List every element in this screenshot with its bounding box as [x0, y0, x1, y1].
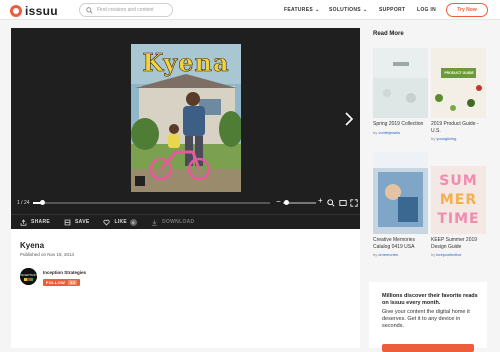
follower-count: 33 [68, 280, 78, 285]
card-thumbnail[interactable] [373, 152, 428, 234]
search-icon [86, 6, 93, 14]
keep-summer-cover-text: SUM MER TIME [437, 173, 480, 227]
zoom-slider[interactable] [283, 200, 316, 205]
like-count-badge: 0 [130, 218, 138, 226]
product-guide-cover-text: PRODUCT GUIDE [444, 71, 474, 75]
card-title[interactable]: KEEP Summer 2019 Design Guide [431, 237, 486, 250]
nav-solutions[interactable]: SOLUTIONS ⌄ [329, 7, 367, 13]
card-title[interactable]: Creative Memories Catalog 0419 USA [373, 237, 428, 250]
chevron-down-icon: ⌄ [362, 7, 368, 13]
download-icon [152, 219, 158, 226]
cover-image[interactable]: Kyena [131, 44, 241, 192]
like-button[interactable]: LIKE 0 [103, 218, 138, 226]
nav-solutions-label: SOLUTIONS [329, 7, 361, 13]
card-title[interactable]: Spring 2019 Collection [373, 121, 428, 128]
card-title[interactable]: 2019 Product Guide - U.S. [431, 121, 486, 134]
document-title: Kyena [20, 241, 45, 250]
card-thumbnail[interactable] [373, 48, 428, 118]
share-label: SHARE [31, 219, 51, 225]
nav-features[interactable]: FEATURES ⌄ [284, 7, 319, 13]
download-button[interactable]: DOWNLOAD [151, 219, 194, 226]
published-date: Published on Nov 18, 2014 [20, 252, 75, 257]
card-author-link[interactable]: youngliving [436, 136, 456, 141]
promo-headline: Millions discover their favorite reads o… [382, 293, 478, 306]
issuu-logo[interactable]: issuu [10, 4, 58, 18]
cover-title: Kyena [142, 48, 230, 78]
issuu-logo-icon [10, 5, 22, 17]
card-author: by keepcollective [431, 252, 486, 257]
save-button[interactable]: SAVE [64, 219, 89, 226]
next-page-arrow-icon[interactable] [344, 112, 354, 126]
read-more-card[interactable]: SUM MER TIME KEEP Summer 2019 Design Guide… [431, 166, 486, 257]
document-info-panel: Kyena Published on Nov 18, 2014 INCEPTIO… [11, 229, 360, 348]
promo-cta-button[interactable] [382, 344, 474, 352]
follow-button[interactable]: FOLLOW 33 [43, 279, 81, 286]
card-author-link[interactable]: cmemories [378, 252, 398, 257]
zoom-slider-handle[interactable] [284, 200, 290, 205]
card-author: by cmemories [373, 252, 428, 257]
share-button[interactable]: SHARE [20, 218, 51, 226]
nav-support-label: SUPPORT [379, 7, 406, 13]
read-more-card[interactable]: Creative Memories Catalog 0419 USA by cm… [373, 152, 428, 257]
card-author: by vonfeljewels [373, 130, 428, 135]
viewer-controls: 1 / 24 − + [11, 196, 360, 210]
promo-body: Give your content the digital home it de… [382, 309, 470, 329]
read-more-card[interactable]: PRODUCT GUIDE 2019 Product Guide - U.S. … [431, 48, 486, 141]
follow-label: FOLLOW [46, 280, 66, 285]
publisher-name[interactable]: Inception Strategies [43, 270, 86, 275]
card-author-link[interactable]: keepcollective [436, 252, 461, 257]
read-more-heading: Read More [373, 31, 404, 37]
page-indicator: 1 / 24 [17, 200, 30, 206]
nav-login-label: LOG IN [417, 7, 437, 13]
nav-support[interactable]: SUPPORT [379, 7, 405, 13]
share-icon [20, 218, 27, 226]
page-progress-bar[interactable] [33, 200, 270, 205]
card-author-link[interactable]: vonfeljewels [378, 130, 400, 135]
document-viewer: Kyena 1 / 24 − + SHARE SAVE LIKE 0 DOWNL… [11, 28, 360, 229]
download-label: DOWNLOAD [162, 219, 195, 225]
card-by: by [373, 129, 378, 135]
logo-text: issuu [25, 4, 58, 18]
try-now-button[interactable]: Try Now [446, 3, 488, 17]
chevron-down-icon: ⌄ [314, 7, 320, 13]
fullscreen-icon[interactable] [350, 199, 358, 207]
like-label: LIKE [114, 219, 128, 225]
read-more-card[interactable]: Spring 2019 Collection by vonfeljewels [373, 48, 428, 135]
search-box[interactable] [79, 3, 173, 17]
card-by: by [373, 252, 378, 257]
zoom-out-button[interactable]: − [276, 198, 281, 206]
heart-icon [103, 219, 111, 225]
save-icon [64, 219, 71, 225]
svg-text:INCEPTION: INCEPTION [20, 273, 36, 277]
zoom-in-button[interactable]: + [318, 197, 323, 205]
card-thumbnail[interactable]: SUM MER TIME [431, 166, 486, 234]
magnify-icon[interactable] [327, 199, 335, 207]
card-thumbnail[interactable]: PRODUCT GUIDE [431, 48, 486, 118]
viewer-action-bar: SHARE SAVE LIKE 0 DOWNLOAD [11, 214, 360, 229]
page-progress-handle[interactable] [40, 200, 46, 205]
search-input[interactable] [97, 7, 167, 13]
card-author: by youngliving [431, 136, 486, 141]
card-by: by [431, 252, 436, 257]
card-by: by [431, 136, 436, 141]
single-page-view-icon[interactable] [339, 199, 347, 207]
save-label: SAVE [75, 219, 90, 225]
signup-promo-box: Millions discover their favorite reads o… [369, 282, 487, 352]
top-nav-bar: issuu FEATURES⌄ SOLUTIONS⌄ SUPPORT LOG I… [0, 0, 500, 20]
nav-features-label: FEATURES [284, 7, 313, 13]
nav-login[interactable]: LOG IN [417, 7, 436, 13]
publisher-avatar[interactable]: INCEPTION [20, 268, 37, 285]
